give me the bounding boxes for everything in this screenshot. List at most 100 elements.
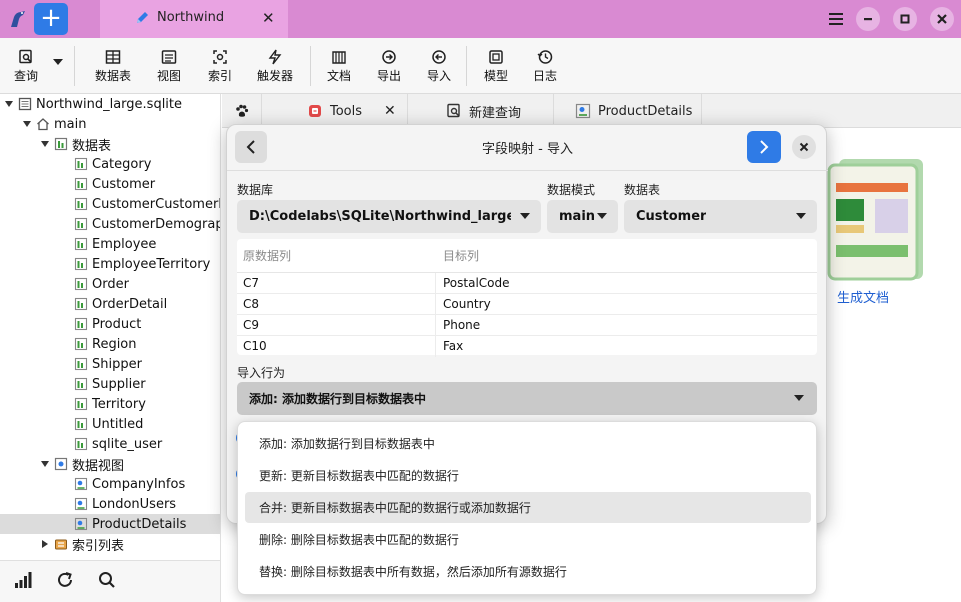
index-icon [213,50,227,64]
view-button[interactable]: 视图 [157,49,181,84]
main-toolbar: 查询 数据表 视图 索引 触发器 文档 导出 导入 模型 日志 [0,38,961,94]
caret-down-icon [53,59,63,65]
import-label: 导入 [427,69,452,83]
close-icon [799,142,809,152]
tree-table-item[interactable]: sqlite_user [0,434,220,454]
log-button[interactable]: 日志 [533,49,557,84]
tab-tools[interactable]: Tools ✕ [262,94,408,128]
tab-label: Northwind [157,10,225,25]
tree-table-item[interactable]: Territory [0,394,220,414]
tools-icon [309,105,321,117]
query-dropdown-button[interactable] [52,58,64,68]
database-select[interactable]: D:\Codelabs\SQLite\Northwind_large.sqlit… [237,200,541,233]
index-button[interactable]: 索引 [208,49,232,84]
target-cell[interactable]: PostalCode [443,276,510,290]
tree-views-group[interactable]: 数据视图 [0,454,220,474]
target-cell[interactable]: Fax [443,339,463,353]
tab-close-icon[interactable]: ✕ [384,103,396,119]
tree-table-item[interactable]: Region [0,334,220,354]
tree-table-item[interactable]: CustomerDemographic [0,214,220,234]
tree-tables-group[interactable]: 数据表 [0,134,220,154]
document-button[interactable]: 文档 [327,49,351,84]
tree-table-item[interactable]: Employee [0,234,220,254]
document-label: 文档 [327,69,352,83]
tree-table-item[interactable]: Category [0,154,220,174]
dropdown-option-replace[interactable]: 替换: 删除目标数据表中所有数据，然后添加所有源数据行 [245,556,811,587]
tree-label: CustomerCustomerDemo [92,196,220,212]
table-label: 数据表 [95,69,132,83]
tab-northwind[interactable]: Northwind ✕ [100,0,288,38]
dialog-close-button[interactable] [792,135,816,159]
export-button[interactable]: 导出 [377,49,401,84]
dropdown-option-delete[interactable]: 删除: 删除目标数据表中匹配的数据行 [245,524,811,555]
expand-down-icon [41,141,49,147]
table-select[interactable]: Customer [624,200,817,233]
tree-table-item[interactable]: Untitled [0,414,220,434]
new-tab-button[interactable]: + [34,3,68,35]
tree-table-item[interactable]: Shipper [0,354,220,374]
search-icon[interactable] [97,570,117,590]
tree-database[interactable]: Northwind_large.sqlite [0,94,220,114]
import-icon [432,50,446,64]
menu-icon[interactable] [824,7,848,31]
import-button[interactable]: 导入 [427,49,451,84]
tree-table-item[interactable]: Order [0,274,220,294]
tab-new-query[interactable]: 新建查询 [408,94,554,128]
tree-table-item[interactable]: Product [0,314,220,334]
caret-down-icon [796,213,806,219]
database-select-value: D:\Codelabs\SQLite\Northwind_large.sqlit… [249,209,511,224]
table-row[interactable]: C8 Country [237,294,817,315]
tree-table-item[interactable]: Customer [0,174,220,194]
tree-table-item[interactable]: Supplier [0,374,220,394]
tree-table-item[interactable]: OrderDetail [0,294,220,314]
schema-select[interactable]: main [547,200,618,233]
tree-schema-main[interactable]: main [0,114,220,134]
table-button[interactable]: 数据表 [95,49,131,84]
tree-label: Supplier [92,376,146,392]
generate-document-icon[interactable] [827,157,927,281]
view-icon [575,103,591,119]
tree-table-item[interactable]: EmployeeTerritory [0,254,220,274]
tree-index-group[interactable]: 索引列表 [0,534,220,554]
tab-product-details[interactable]: ProductDetails [554,94,702,128]
caret-down-icon [597,213,607,219]
model-label: 模型 [484,69,509,83]
target-cell[interactable]: Phone [443,318,480,332]
pen-icon [137,12,148,23]
dropdown-option-update[interactable]: 更新: 更新目标数据表中匹配的数据行 [245,460,811,491]
tree-view-item[interactable]: LondonUsers [0,494,220,514]
import-behavior-select[interactable]: 添加: 添加数据行到目标数据表中 [237,382,817,415]
model-button[interactable]: 模型 [484,49,508,84]
dropdown-option-append[interactable]: 添加: 添加数据行到目标数据表中 [245,428,811,459]
table-row[interactable]: C7 PostalCode [237,273,817,294]
query-button[interactable]: 查询 [14,49,38,84]
tab-close-icon[interactable]: ✕ [262,9,275,27]
tree-view-item[interactable]: CompanyInfos [0,474,220,494]
table-icon [74,437,88,451]
table-icon [74,397,88,411]
tree-view-item-selected[interactable]: ProductDetails [0,514,220,534]
minimize-icon[interactable] [856,7,880,31]
target-cell[interactable]: Country [443,297,491,311]
table-row[interactable]: C10 Fax [237,336,817,357]
trigger-button[interactable]: 触发器 [257,49,293,84]
tree-table-item[interactable]: CustomerCustomerDemo [0,194,220,214]
next-button[interactable] [747,131,781,163]
close-window-icon[interactable] [930,7,954,31]
source-cell: C7 [243,276,260,290]
table-row[interactable]: C9 Phone [237,315,817,336]
tree-label: Order [92,276,129,292]
table-icon [74,337,88,351]
tree-bottom-bar [0,560,221,602]
signal-bars-icon[interactable] [13,570,33,590]
paw-icon [235,104,248,117]
refresh-icon[interactable] [55,570,75,590]
generate-document-label[interactable]: 生成文档 [837,287,889,306]
home-tab[interactable] [222,94,262,128]
dropdown-option-merge[interactable]: 合并: 更新目标数据表中匹配的数据行或添加数据行 [245,492,811,523]
tree-label: Shipper [92,356,142,372]
table-icon [74,317,88,331]
maximize-icon[interactable] [893,7,917,31]
tab-label: 新建查询 [469,105,522,121]
tree-label: main [54,116,87,132]
